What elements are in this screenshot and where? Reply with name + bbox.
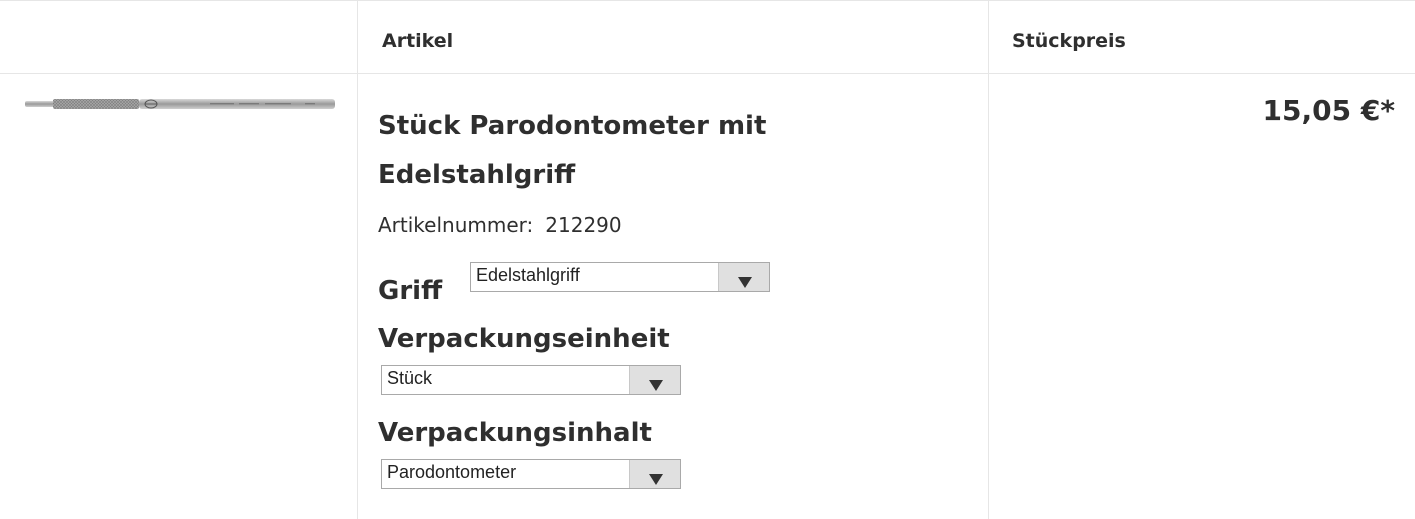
verpackungseinheit-select[interactable]: Stück [381, 365, 681, 395]
article-number-label: Artikelnummer: [378, 213, 534, 237]
chevron-down-icon [738, 277, 752, 288]
cart-table: Artikel Stückpreis Stück Parodontometer … [0, 0, 1415, 519]
verpackungsinhalt-select[interactable]: Parodontometer [381, 459, 681, 489]
verpackungsinhalt-label: Verpackungsinhalt [378, 418, 652, 448]
chevron-down-icon [649, 380, 663, 391]
griff-label: Griff [378, 276, 443, 306]
article-number-value: 212290 [545, 213, 622, 237]
header-unit-price: Stückpreis [1012, 30, 1126, 52]
column-divider [988, 0, 989, 519]
griff-select[interactable]: Edelstahlgriff [470, 262, 770, 292]
verpackungsinhalt-selected-value: Parodontometer [387, 462, 517, 482]
product-title[interactable]: Stück Parodontometer mit Edelstahlgriff [378, 102, 938, 200]
chevron-down-icon [649, 474, 663, 485]
unit-price: 15,05 €* [1262, 94, 1395, 127]
verpackungsinhalt-dropdown-button[interactable] [629, 460, 680, 488]
header-article: Artikel [382, 30, 454, 52]
dental-instrument-image[interactable] [25, 96, 337, 112]
column-divider [357, 0, 358, 519]
griff-selected-value: Edelstahlgriff [476, 265, 580, 285]
griff-dropdown-button[interactable] [718, 263, 769, 291]
article-number: Artikelnummer: 212290 [378, 213, 622, 237]
table-header [0, 0, 1415, 74]
verpackungseinheit-label: Verpackungseinheit [378, 324, 670, 354]
verpackungseinheit-dropdown-button[interactable] [629, 366, 680, 394]
verpackungseinheit-selected-value: Stück [387, 368, 433, 388]
